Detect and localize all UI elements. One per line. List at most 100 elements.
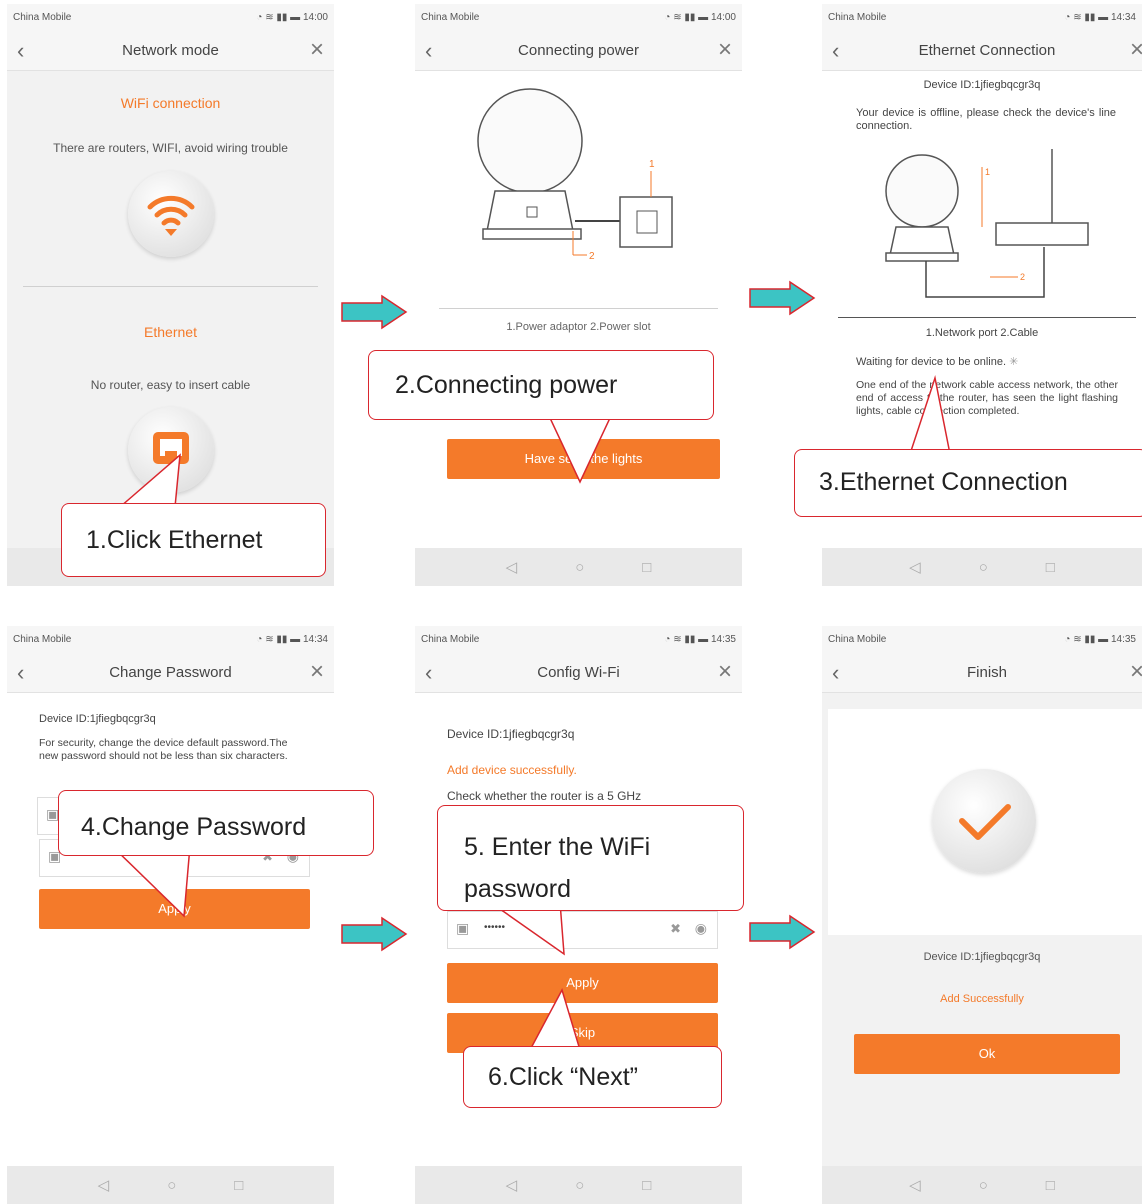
divider bbox=[23, 286, 318, 287]
checkmark-icon bbox=[959, 804, 1011, 840]
clear-icon[interactable]: ✖ bbox=[670, 921, 681, 937]
screen-finish: China Mobile ◔ ≋ ▮▮ ▬ 14:35 ‹ Finish × D… bbox=[822, 626, 1142, 1204]
nav-recent-icon[interactable]: □ bbox=[234, 1177, 243, 1194]
nav-home-icon[interactable]: ○ bbox=[575, 559, 584, 576]
wifi-icon bbox=[147, 195, 195, 236]
nav-back-icon[interactable]: ◁ bbox=[98, 1176, 110, 1194]
offline-message: Your device is offline, please check the… bbox=[856, 107, 1116, 132]
right-arrow-icon bbox=[341, 916, 408, 952]
callout-change-password: 4.Change Password bbox=[58, 790, 374, 856]
nav-bar: ‹ Finish × bbox=[822, 652, 1142, 693]
diagram-label-2: 2 bbox=[589, 251, 595, 262]
success-message: Add device successfully. bbox=[447, 763, 577, 777]
system-nav-bar: ◁ ○ □ bbox=[7, 1166, 334, 1204]
callout-ethernet-connection: 3.Ethernet Connection bbox=[794, 449, 1142, 517]
callout-connecting-power: 2.Connecting power bbox=[368, 350, 714, 420]
callout-pointer bbox=[908, 375, 951, 455]
close-icon[interactable]: × bbox=[310, 658, 324, 686]
right-arrow-icon bbox=[749, 280, 816, 316]
callout-pointer bbox=[548, 417, 612, 484]
router-check-text: Check whether the router is a 5 GHz bbox=[447, 789, 642, 803]
callout-click-next: 6.Click “Next” bbox=[463, 1046, 722, 1108]
wifi-description: There are routers, WIFI, avoid wiring tr… bbox=[53, 141, 288, 155]
nav-bar: ‹ Ethernet Connection × bbox=[822, 30, 1142, 71]
status-icons: ◔ ≋ ▮▮ ▬ 14:34 bbox=[1064, 12, 1136, 23]
eye-icon[interactable]: ◉ bbox=[695, 920, 707, 937]
nav-bar: ‹ Network mode × bbox=[7, 30, 334, 71]
close-icon[interactable]: × bbox=[310, 36, 324, 64]
nav-recent-icon[interactable]: □ bbox=[642, 559, 651, 576]
nav-recent-icon[interactable]: □ bbox=[642, 1177, 651, 1194]
nav-recent-icon[interactable]: □ bbox=[1046, 1177, 1055, 1194]
status-icons: ◔ ≋ ▮▮ ▬ 14:00 bbox=[664, 12, 736, 23]
power-diagram: 1 2 bbox=[477, 88, 673, 262]
carrier-label: China Mobile bbox=[13, 634, 72, 645]
page-title: Config Wi-Fi bbox=[537, 664, 620, 681]
status-icons: ◔ ≋ ▮▮ ▬ 14:35 bbox=[1064, 634, 1136, 645]
content: Device ID:1jfiegbqcgr3q Add Successfully… bbox=[822, 693, 1142, 1166]
security-message: For security, change the device default … bbox=[39, 737, 288, 762]
nav-recent-icon[interactable]: □ bbox=[1046, 559, 1055, 576]
right-arrow-icon bbox=[341, 294, 408, 330]
nav-bar: ‹ Config Wi-Fi × bbox=[415, 652, 742, 693]
content: Device ID:1jfiegbqcgr3q For security, ch… bbox=[7, 693, 334, 1166]
wifi-option[interactable] bbox=[128, 171, 214, 257]
nav-back-icon[interactable]: ◁ bbox=[506, 558, 518, 576]
wifi-heading: WiFi connection bbox=[120, 95, 221, 111]
page-title: Connecting power bbox=[518, 42, 639, 59]
checkmark-badge bbox=[932, 769, 1036, 873]
system-nav-bar: ◁ ○ □ bbox=[822, 1166, 1142, 1204]
system-nav-bar: ◁ ○ □ bbox=[415, 548, 742, 586]
camera-icon: ▣ bbox=[456, 920, 470, 936]
callout-enter-wifi-password: 5. Enter the WiFi password bbox=[437, 805, 744, 911]
ethernet-diagram: 1 2 bbox=[885, 149, 1089, 298]
close-icon[interactable]: × bbox=[718, 36, 732, 64]
status-bar: China Mobile ◔ ≋ ▮▮ ▬ 14:00 bbox=[7, 4, 334, 30]
nav-back-icon[interactable]: ◁ bbox=[506, 1176, 518, 1194]
nav-home-icon[interactable]: ○ bbox=[167, 1177, 176, 1194]
carrier-label: China Mobile bbox=[828, 634, 887, 645]
system-nav-bar: ◁ ○ □ bbox=[415, 1166, 742, 1204]
diagram-caption: 1.Power adaptor 2.Power slot bbox=[506, 321, 651, 333]
close-icon[interactable]: × bbox=[718, 658, 732, 686]
nav-bar: ‹ Connecting power × bbox=[415, 30, 742, 71]
status-bar: China Mobile ◔ ≋ ▮▮ ▬ 14:35 bbox=[415, 626, 742, 652]
diagram-label-1: 1 bbox=[649, 159, 655, 170]
loading-icon: ✳ bbox=[1009, 356, 1019, 368]
success-message: Add Successfully bbox=[940, 993, 1024, 1005]
callout-pointer bbox=[528, 988, 582, 1051]
status-bar: China Mobile ◔ ≋ ▮▮ ▬ 14:34 bbox=[7, 626, 334, 652]
nav-home-icon[interactable]: ○ bbox=[575, 1177, 584, 1194]
status-bar: China Mobile ◔ ≋ ▮▮ ▬ 14:34 bbox=[822, 4, 1142, 30]
nav-home-icon[interactable]: ○ bbox=[979, 1177, 988, 1194]
device-id: Device ID:1jfiegbqcgr3q bbox=[447, 727, 575, 741]
status-bar: China Mobile ◔ ≋ ▮▮ ▬ 14:00 bbox=[415, 4, 742, 30]
ok-button[interactable]: Ok bbox=[854, 1034, 1120, 1074]
nav-back-icon[interactable]: ◁ bbox=[909, 558, 921, 576]
ethernet-heading: Ethernet bbox=[144, 324, 197, 340]
success-panel bbox=[828, 709, 1142, 935]
nav-home-icon[interactable]: ○ bbox=[979, 559, 988, 576]
diagram-label-1: 1 bbox=[985, 167, 990, 177]
status-bar: China Mobile ◔ ≋ ▮▮ ▬ 14:35 bbox=[822, 626, 1142, 652]
close-icon[interactable]: × bbox=[1130, 36, 1142, 64]
carrier-label: China Mobile bbox=[421, 634, 480, 645]
divider bbox=[838, 317, 1136, 318]
page-title: Change Password bbox=[109, 664, 232, 681]
device-id: Device ID:1jfiegbqcgr3q bbox=[39, 713, 156, 725]
carrier-label: China Mobile bbox=[421, 12, 480, 23]
nav-bar: ‹ Change Password × bbox=[7, 652, 334, 693]
system-nav-bar: ◁ ○ □ bbox=[822, 548, 1142, 586]
diagram-caption: 1.Network port 2.Cable bbox=[925, 327, 1039, 339]
carrier-label: China Mobile bbox=[13, 12, 72, 23]
close-icon[interactable]: × bbox=[1130, 658, 1142, 686]
callout-click-ethernet: 1.Click Ethernet bbox=[61, 503, 326, 577]
nav-back-icon[interactable]: ◁ bbox=[909, 1176, 921, 1194]
device-id: Device ID:1jfiegbqcgr3q bbox=[923, 951, 1041, 963]
ethernet-description: No router, easy to insert cable bbox=[90, 378, 251, 392]
page-title: Network mode bbox=[122, 42, 219, 59]
page-title: Ethernet Connection bbox=[918, 42, 1056, 59]
carrier-label: China Mobile bbox=[828, 12, 887, 23]
right-arrow-icon bbox=[749, 914, 816, 950]
diagram-label-2: 2 bbox=[1020, 272, 1025, 282]
